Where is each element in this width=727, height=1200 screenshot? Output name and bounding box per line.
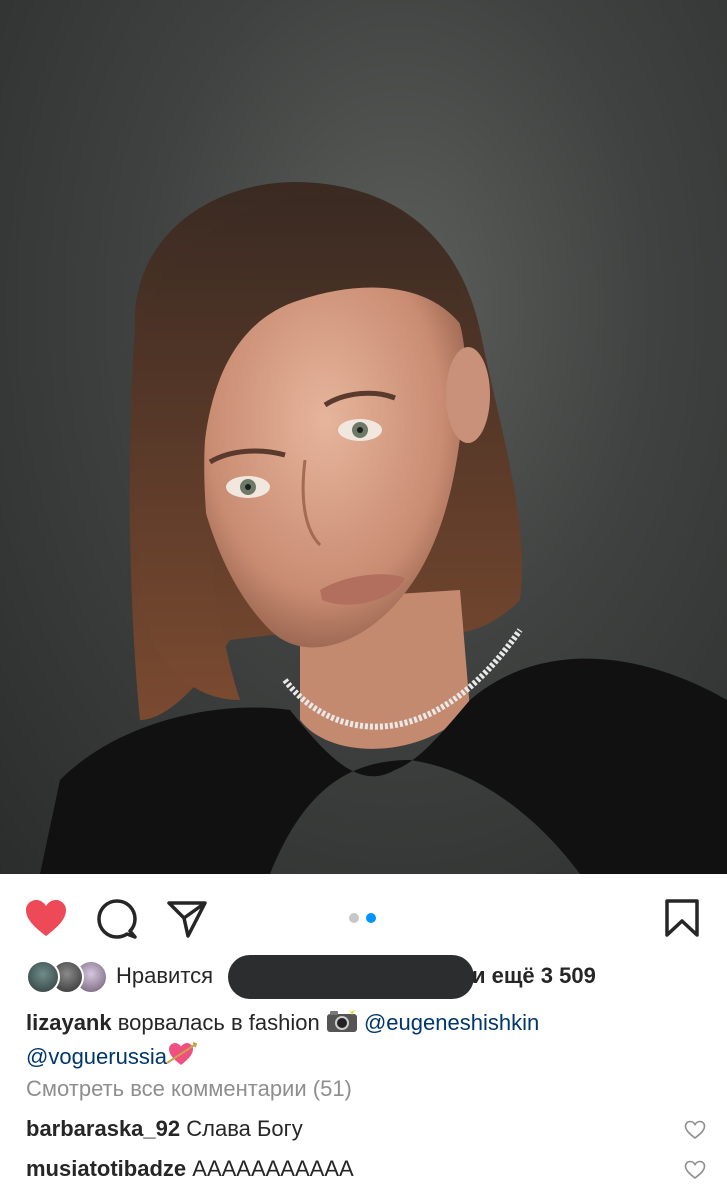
comment-icon[interactable]	[96, 898, 138, 945]
view-all-comments-link[interactable]: Смотреть все комментарии (51)	[26, 1076, 352, 1102]
comment-row: musiatotibadze ААААААААААА	[26, 1156, 716, 1186]
comment-text: ААААААААААА	[192, 1156, 354, 1181]
carousel-dot-active	[366, 913, 376, 923]
comment-text: Слава Богу	[186, 1116, 303, 1141]
heart-outline-icon[interactable]	[684, 1120, 706, 1146]
caption-username[interactable]: lizayank	[26, 1010, 112, 1035]
redacted-username	[228, 955, 474, 999]
carousel-dot	[349, 913, 359, 923]
heart-with-arrow-emoji	[166, 1041, 198, 1075]
camera-flash-emoji	[326, 1007, 358, 1041]
heart-icon[interactable]	[24, 898, 68, 943]
share-icon[interactable]	[166, 898, 208, 945]
portrait-photo	[40, 181, 727, 874]
mention-link[interactable]: @voguerussia	[26, 1044, 167, 1069]
likes-summary[interactable]: Нравится и ещё 3 509	[26, 955, 726, 999]
mention-link[interactable]: @eugeneshishkin	[364, 1010, 539, 1035]
avatar	[26, 960, 60, 994]
likes-count[interactable]: и ещё 3 509	[472, 963, 596, 989]
post-caption: lizayank ворвалась в fashion @eugeneshis…	[26, 1007, 706, 1075]
caption-text: ворвалась в fashion	[117, 1009, 320, 1035]
likes-prefix: Нравится	[116, 963, 214, 988]
comment-row: barbaraska_92 Слава Богу	[26, 1116, 716, 1146]
comment-username[interactable]: musiatotibadze	[26, 1156, 186, 1181]
post-photo[interactable]	[0, 0, 727, 874]
comment-username[interactable]: barbaraska_92	[26, 1116, 180, 1141]
bookmark-icon[interactable]	[664, 898, 700, 943]
post-action-bar	[0, 874, 727, 960]
heart-outline-icon[interactable]	[684, 1160, 706, 1186]
